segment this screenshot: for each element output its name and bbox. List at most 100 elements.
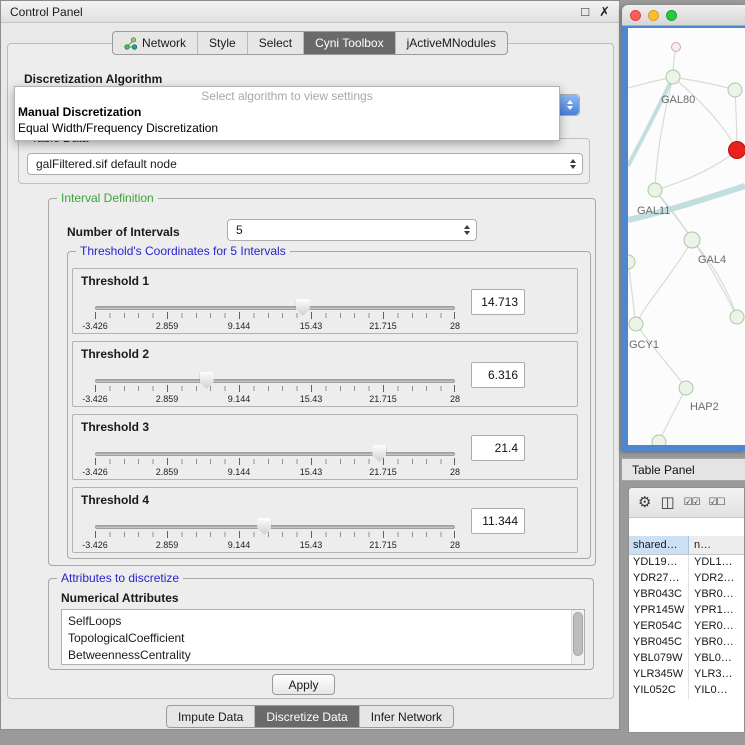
graph-node[interactable] [648, 183, 662, 197]
graph-node[interactable] [672, 43, 681, 52]
select-all-icon[interactable]: ☑☑ [684, 498, 700, 508]
tab-label: Network [142, 36, 186, 50]
major-tick [454, 312, 455, 319]
table-row[interactable]: YBR043CYBR0… [629, 587, 744, 603]
list-item[interactable]: TopologicalCoefficient [68, 630, 584, 647]
scale-label: 2.859 [156, 321, 179, 331]
interval-definition-group-title: Interval Definition [57, 191, 158, 205]
tab-discretize-data[interactable]: Discretize Data [254, 706, 358, 727]
network-graph: GAL80 GAL11 GAL4 GCY1 HAP2 [628, 28, 745, 445]
table-row[interactable]: YDL19…YDL1… [629, 555, 744, 571]
threshold-slider[interactable]: -3.426 2.859 9.144 15.43 21.715 28 [95, 445, 455, 479]
gear-icon[interactable]: ⚙ [638, 495, 651, 510]
major-tick [95, 312, 96, 319]
threshold-value-field[interactable] [471, 435, 525, 461]
tab-strip: Impute Data Discretize Data Infer Networ… [166, 705, 454, 728]
table-data-combobox[interactable]: galFiltered.sif default node [27, 153, 583, 175]
graph-node[interactable] [679, 381, 693, 395]
tab-infer-network[interactable]: Infer Network [359, 706, 453, 727]
cell: YBR045C [629, 635, 689, 651]
tab-select[interactable]: Select [247, 32, 303, 54]
slider-track[interactable] [95, 452, 455, 456]
threshold-value-field[interactable] [471, 508, 525, 534]
slider-track[interactable] [95, 306, 455, 310]
combo-stepper-icon[interactable] [560, 95, 579, 115]
slider-tick-marks [95, 459, 455, 464]
scale-label: 9.144 [228, 321, 251, 331]
deselect-all-icon[interactable]: ☑☐ [709, 498, 725, 508]
table-panel-title: Table Panel [632, 463, 695, 477]
scrollbar-thumb[interactable] [573, 612, 583, 656]
threshold-label: Threshold 4 [81, 493, 149, 507]
tab-jactivemnodules[interactable]: jActiveMNodules [395, 32, 507, 54]
table-panel-header[interactable]: Table Panel [622, 458, 745, 481]
slider-tick-marks [95, 386, 455, 391]
major-tick [95, 385, 96, 392]
dropdown-option-equal-width-frequency[interactable]: Equal Width/Frequency Discretization [15, 120, 559, 136]
graph-node[interactable] [728, 83, 742, 97]
threshold-slider[interactable]: -3.426 2.859 9.144 15.43 21.715 28 [95, 299, 455, 333]
scale-label: 21.715 [369, 321, 397, 331]
table-row[interactable]: YBL079WYBL0… [629, 651, 744, 667]
number-of-intervals-combobox[interactable]: 5 [227, 219, 477, 241]
major-tick [239, 385, 240, 392]
column-header-name[interactable]: n… [689, 536, 744, 554]
float-window-icon[interactable]: □ [581, 5, 589, 18]
column-header-shared-name[interactable]: shared… [629, 536, 689, 554]
scale-label: 21.715 [369, 467, 397, 477]
threshold-value-field[interactable] [471, 289, 525, 315]
cell: YLR345W [629, 667, 689, 683]
table-row[interactable]: YDR27…YDR2… [629, 571, 744, 587]
table-filter-row [629, 518, 744, 536]
list-scrollbar[interactable] [571, 610, 584, 664]
threshold-value-field[interactable] [471, 362, 525, 388]
major-tick [383, 531, 384, 538]
graph-node[interactable] [684, 232, 700, 248]
list-item[interactable]: SelfLoops [68, 613, 584, 630]
close-window-icon[interactable]: ✗ [599, 5, 610, 18]
table-row[interactable]: YPR145WYPR1… [629, 603, 744, 619]
scale-label: -3.426 [82, 321, 108, 331]
slider-track[interactable] [95, 525, 455, 529]
cell: YIL0… [689, 683, 744, 699]
slider-track[interactable] [95, 379, 455, 383]
network-canvas[interactable]: GAL80 GAL11 GAL4 GCY1 HAP2 [628, 28, 745, 445]
network-window-titlebar[interactable] [622, 5, 745, 26]
cell: YBL0… [689, 651, 744, 667]
graph-node[interactable] [730, 310, 744, 324]
threshold-slider[interactable]: -3.426 2.859 9.144 15.43 21.715 28 [95, 518, 455, 552]
selected-red-node[interactable] [729, 142, 745, 159]
numerical-attributes-list[interactable]: SelfLoops TopologicalCoefficient Between… [61, 609, 585, 665]
scale-label: 28 [450, 540, 460, 550]
tab-style[interactable]: Style [197, 32, 247, 54]
table-row[interactable]: YBR045CYBR0… [629, 635, 744, 651]
control-panel-titlebar[interactable]: Control Panel □ ✗ [1, 1, 619, 23]
columns-icon[interactable]: ◫ [660, 495, 674, 510]
graph-node[interactable] [628, 255, 635, 269]
zoom-traffic-light-icon[interactable] [666, 10, 677, 21]
window-controls: □ ✗ [581, 5, 610, 18]
minimize-traffic-light-icon[interactable] [648, 10, 659, 21]
cell: YPR145W [629, 603, 689, 619]
list-item[interactable]: BetweennessCentrality [68, 647, 584, 664]
tab-impute-data[interactable]: Impute Data [167, 706, 254, 727]
apply-button[interactable]: Apply [272, 674, 335, 695]
number-of-intervals-label: Number of Intervals [67, 225, 180, 239]
arrow-down-icon [570, 165, 576, 169]
table-row[interactable]: YIL052CYIL0… [629, 683, 744, 699]
slider-tick-marks [95, 313, 455, 318]
close-traffic-light-icon[interactable] [630, 10, 641, 21]
scale-label: -3.426 [82, 540, 108, 550]
table-row[interactable]: YER054CYER0… [629, 619, 744, 635]
graph-node[interactable] [666, 70, 680, 84]
tab-label: Impute Data [178, 710, 243, 724]
table-row[interactable]: YLR345WYLR3… [629, 667, 744, 683]
graph-node[interactable] [652, 435, 666, 445]
tab-network[interactable]: Network [113, 32, 197, 54]
scale-label: 2.859 [156, 540, 179, 550]
threshold-slider[interactable]: -3.426 2.859 9.144 15.43 21.715 28 [95, 372, 455, 406]
major-tick [167, 458, 168, 465]
dropdown-option-manual-discretization[interactable]: Manual Discretization [15, 104, 559, 120]
graph-node[interactable] [629, 317, 643, 331]
tab-cyni-toolbox[interactable]: Cyni Toolbox [303, 32, 394, 54]
